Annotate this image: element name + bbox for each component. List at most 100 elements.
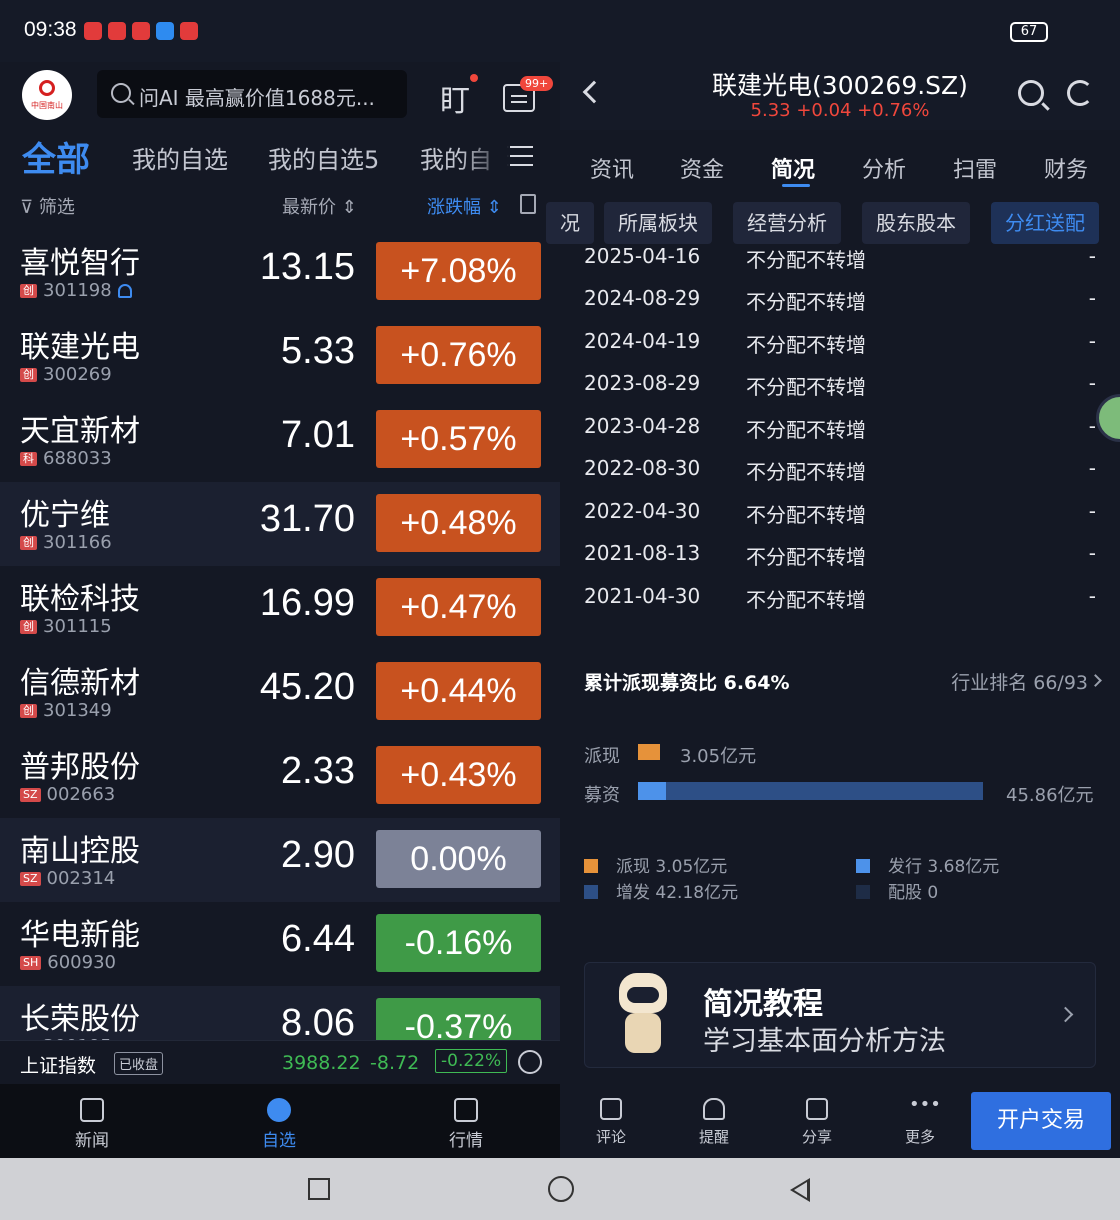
stock-code: 688033 xyxy=(43,448,112,469)
stock-code: 600930 xyxy=(47,952,116,973)
sort-change[interactable]: 涨跌幅 ⇕ xyxy=(427,193,502,219)
refresh-icon[interactable] xyxy=(1067,80,1093,106)
mascot-visor xyxy=(627,987,659,1003)
stock-row[interactable]: 信德新材 创 301349 45.20 +0.44% xyxy=(0,650,560,734)
red-dot-badge xyxy=(470,74,478,82)
stock-row[interactable]: 普邦股份 SZ 002663 2.33 +0.43% xyxy=(0,734,560,818)
stock-row[interactable]: 喜悦智行 创 301198 13.15 +7.08% xyxy=(0,230,560,314)
change-badge[interactable]: 0.00% xyxy=(376,830,541,888)
status-bar: 09:38 67 xyxy=(0,0,1120,62)
detail-bottom-nav: 评论 提醒 分享 ••• 更多 开户交易 xyxy=(560,1084,1120,1158)
tab-analysis[interactable]: 分析 xyxy=(862,152,906,184)
tutorial-card[interactable]: 简况教程 学习基本面分析方法 xyxy=(584,962,1096,1068)
stock-row[interactable]: 联建光电 创 300269 5.33 +0.76% xyxy=(0,314,560,398)
dividend-plan: 不分配不转增 xyxy=(746,460,866,484)
logo-mark-icon xyxy=(39,80,55,96)
robot-mascot-icon xyxy=(613,973,673,1059)
industry-rank[interactable]: 行业排名 66/93 xyxy=(951,668,1088,695)
market-tag: 创 xyxy=(20,703,37,718)
change-badge[interactable]: +0.76% xyxy=(376,326,541,384)
change-badge[interactable]: +0.43% xyxy=(376,746,541,804)
change-badge[interactable]: +0.48% xyxy=(376,494,541,552)
stock-name: 普邦股份 xyxy=(20,750,140,785)
open-account-button[interactable]: 开户交易 xyxy=(971,1092,1111,1150)
nav-share[interactable]: 分享 xyxy=(782,1098,852,1147)
stock-row[interactable]: 长荣股份 创300195 8.06 -0.37% xyxy=(0,986,560,1040)
dividend-date: 2024-04-19 xyxy=(584,329,701,353)
message-badge: 99+ xyxy=(520,76,554,91)
back-nav-icon[interactable] xyxy=(790,1178,810,1202)
dividend-row: 2021-04-30 不分配不转增 - xyxy=(560,574,1120,616)
index-ticker[interactable]: 上证指数 已收盘 3988.22 -8.72 -0.22% xyxy=(0,1040,560,1084)
app-notification-icon xyxy=(108,22,126,40)
nav-more[interactable]: ••• 更多 xyxy=(885,1096,955,1147)
legend-swatch xyxy=(584,859,598,873)
chip-shareholders[interactable]: 股东股本 xyxy=(862,202,970,244)
stock-price: 7.01 xyxy=(281,414,355,456)
legend-issue: 发行 3.68亿元 xyxy=(856,852,999,877)
filter-button[interactable]: ⊽ 筛选 xyxy=(20,193,75,219)
nav-news[interactable]: 新闻 xyxy=(47,1098,137,1151)
active-tab-indicator xyxy=(782,184,810,187)
chevron-right-icon xyxy=(1089,674,1102,687)
chevron-right-icon xyxy=(1057,1006,1074,1023)
watch-icon[interactable]: 盯 xyxy=(440,74,478,120)
dividend-value: - xyxy=(1088,456,1096,480)
stock-name: 南山控股 xyxy=(20,834,140,869)
change-badge[interactable]: +0.44% xyxy=(376,662,541,720)
app-notification-icon xyxy=(132,22,150,40)
column-header: ⊽ 筛选 最新价 ⇕ 涨跌幅 ⇕ xyxy=(0,188,560,222)
stock-code: 301349 xyxy=(43,700,112,721)
tab-my-watchlist-5[interactable]: 我的自选5 xyxy=(268,140,379,175)
dividend-row: 2022-04-30 不分配不转增 - xyxy=(560,489,1120,531)
dividend-value: - xyxy=(1088,329,1096,353)
dividend-plan: 不分配不转增 xyxy=(746,588,866,612)
chip-business[interactable]: 经营分析 xyxy=(733,202,841,244)
nav-market[interactable]: 行情 xyxy=(421,1098,511,1151)
nav-market-label: 行情 xyxy=(449,1131,483,1151)
recent-apps-icon[interactable] xyxy=(308,1178,330,1200)
switch-view-icon[interactable] xyxy=(520,194,536,214)
nav-comment[interactable]: 评论 xyxy=(576,1098,646,1147)
change-badge[interactable]: -0.37% xyxy=(376,998,541,1040)
tab-news[interactable]: 资讯 xyxy=(590,152,634,184)
chip-overview[interactable]: 况 xyxy=(546,202,594,244)
tab-profile[interactable]: 简况 xyxy=(771,152,815,184)
menu-icon[interactable] xyxy=(507,146,533,166)
broker-logo[interactable]: 中国南山 xyxy=(22,70,72,120)
dividend-value: - xyxy=(1088,248,1096,268)
stock-price: 2.33 xyxy=(281,750,355,792)
tab-fade xyxy=(460,132,510,178)
expand-up-icon[interactable] xyxy=(518,1050,542,1074)
search-icon[interactable] xyxy=(1018,80,1044,106)
stock-row[interactable]: 南山控股 SZ 002314 2.90 0.00% xyxy=(0,818,560,902)
sort-price[interactable]: 最新价 ⇕ xyxy=(282,193,357,219)
stock-code: 300269 xyxy=(43,364,112,385)
tutorial-subtitle: 学习基本面分析方法 xyxy=(703,1026,946,1057)
nav-alert[interactable]: 提醒 xyxy=(679,1098,749,1147)
nav-watchlist[interactable]: 自选 xyxy=(234,1098,324,1151)
chip-dividends[interactable]: 分红送配 xyxy=(991,202,1099,244)
tab-my-watchlist[interactable]: 我的自选 xyxy=(132,140,228,175)
bar-chart-icon xyxy=(454,1098,478,1122)
tab-risk-scan[interactable]: 扫雷 xyxy=(953,152,997,184)
stock-row[interactable]: 华电新能 SH 600930 6.44 -0.16% xyxy=(0,902,560,986)
change-badge[interactable]: +7.08% xyxy=(376,242,541,300)
change-badge[interactable]: +0.57% xyxy=(376,410,541,468)
search-input[interactable]: 问AI 最高赢价值1688元... xyxy=(97,70,407,118)
home-icon[interactable] xyxy=(548,1176,574,1202)
chip-sectors[interactable]: 所属板块 xyxy=(604,202,712,244)
dividend-table: 2025-04-16 不分配不转增 - 2024-08-29 不分配不转增 - … xyxy=(560,248,1120,658)
change-badge[interactable]: +0.47% xyxy=(376,578,541,636)
dividend-plan: 不分配不转增 xyxy=(746,375,866,399)
tab-all[interactable]: 全部 xyxy=(22,132,90,181)
stock-row[interactable]: 联检科技 创 301115 16.99 +0.47% xyxy=(0,566,560,650)
change-badge[interactable]: -0.16% xyxy=(376,914,541,972)
stock-code: 002314 xyxy=(46,868,116,889)
stock-row[interactable]: 优宁维 创 301166 31.70 +0.48% xyxy=(0,482,560,566)
tab-funds[interactable]: 资金 xyxy=(680,152,724,184)
payout-legend: 派现 3.05亿元 发行 3.68亿元 增发 42.18亿元 配股 0 xyxy=(560,850,1120,910)
stock-row[interactable]: 天宜新材 科 688033 7.01 +0.57% xyxy=(0,398,560,482)
tab-finance[interactable]: 财务 xyxy=(1044,152,1088,184)
nav-comment-label: 评论 xyxy=(595,1128,626,1146)
